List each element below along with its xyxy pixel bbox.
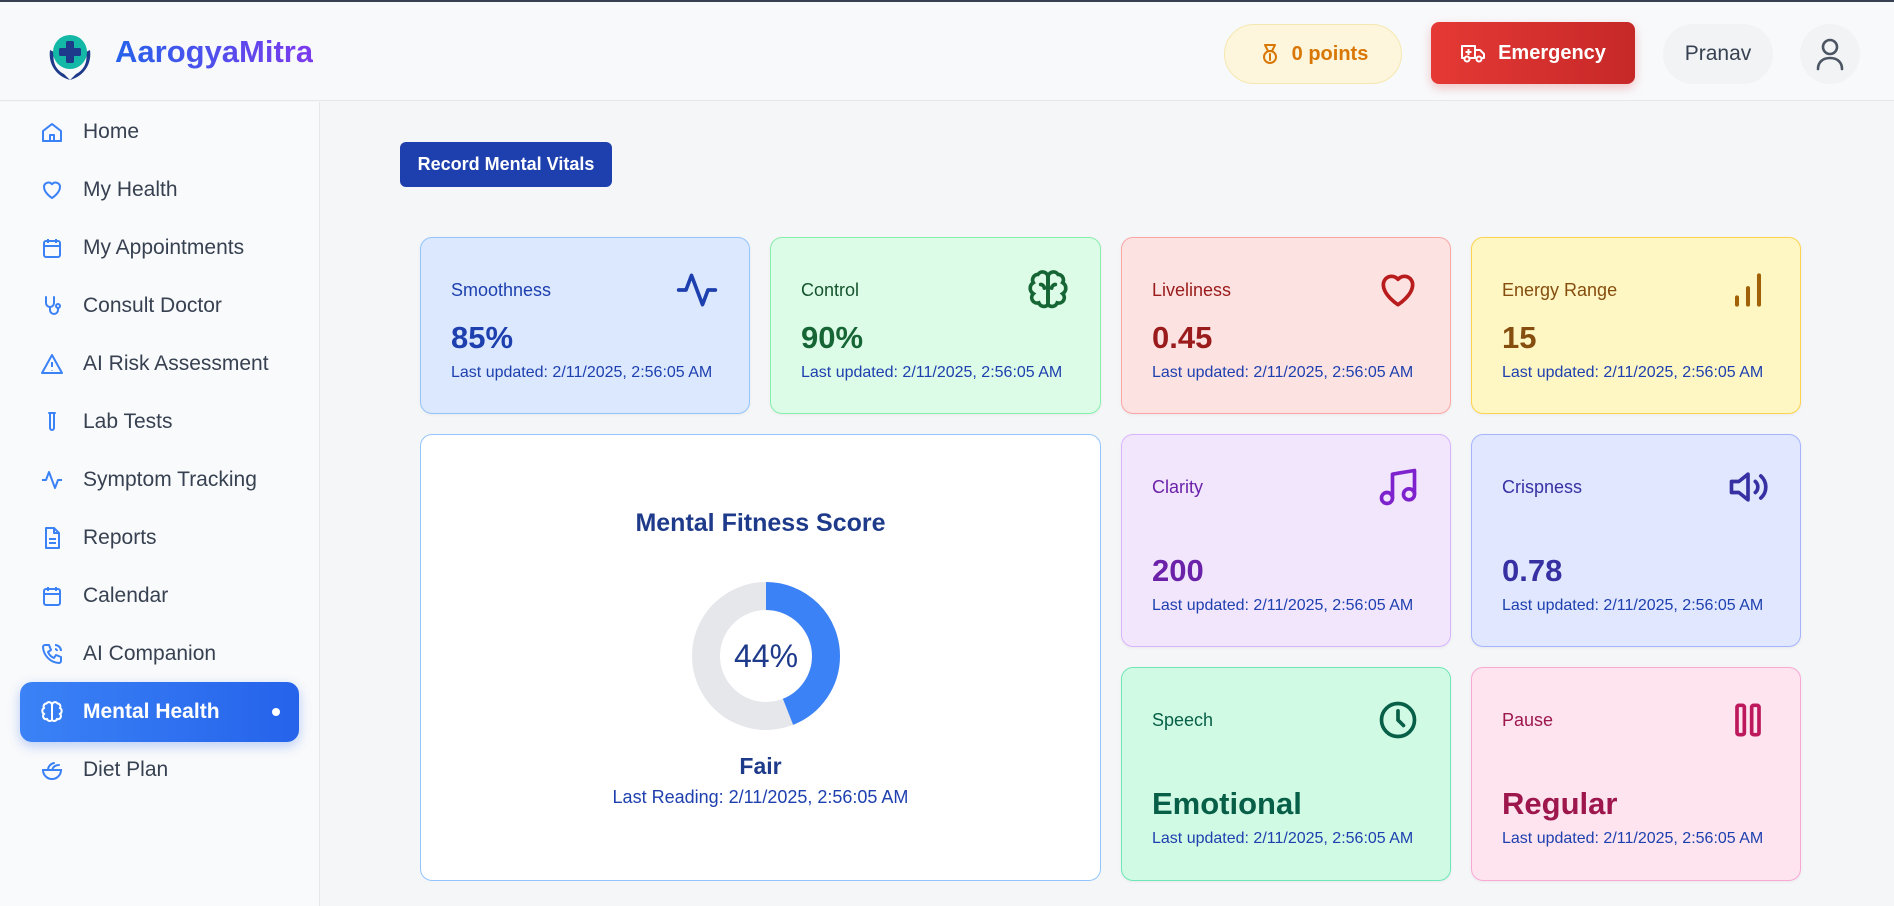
sidebar-item-label: Reports — [83, 526, 157, 549]
phone-icon — [42, 644, 62, 664]
active-indicator-dot — [272, 708, 280, 716]
warning-icon — [41, 354, 63, 374]
score-last-reading: Last Reading: 2/11/2025, 2:56:05 AM — [612, 787, 909, 807]
sidebar-item-my-appointments[interactable]: My Appointments — [20, 218, 299, 278]
sidebar-item-label: AI Risk Assessment — [83, 352, 269, 375]
brain-icon — [41, 701, 63, 722]
points-label: 0 points — [1291, 42, 1369, 65]
metric-value: 85% — [451, 320, 514, 355]
sidebar-item-label: AI Companion — [83, 642, 217, 665]
metric-label: Control — [801, 280, 860, 300]
home-icon — [42, 123, 62, 142]
sidebar-item-diet-plan[interactable]: Diet Plan — [20, 740, 299, 800]
metric-label: Speech — [1152, 710, 1214, 730]
test-tube-icon — [48, 412, 56, 431]
pause-icon — [1735, 703, 1761, 737]
metric-card-energy-range: Energy Range 15 Last updated: 2/11/2025,… — [1471, 237, 1801, 414]
sidebar-item-label: Lab Tests — [83, 410, 173, 433]
metric-card-pause: Pause Regular Last updated: 2/11/2025, 2… — [1471, 667, 1801, 881]
ambulance-icon — [1461, 45, 1486, 63]
score-status: Fair — [739, 753, 782, 779]
metric-card-speech: Speech Emotional Last updated: 2/11/2025… — [1121, 667, 1451, 881]
metric-card-liveliness: Liveliness 0.45 Last updated: 2/11/2025,… — [1121, 237, 1451, 414]
stethoscope-icon — [45, 296, 61, 315]
brand-name[interactable]: AarogyaMitra — [115, 34, 313, 70]
sidebar-item-symptom-tracking[interactable]: Symptom Tracking — [20, 450, 299, 510]
metric-card-clarity: Clarity 200 Last updated: 2/11/2025, 2:5… — [1121, 434, 1451, 647]
metric-card-crispness: Crispness 0.78 Last updated: 2/11/2025, … — [1471, 434, 1801, 647]
top-header: AarogyaMitra 0 points Emergency Pranav — [0, 2, 1894, 101]
metric-updated: Last updated: 2/11/2025, 2:56:05 AM — [801, 364, 1063, 381]
sidebar-item-label: Symptom Tracking — [83, 468, 257, 491]
metric-updated: Last updated: 2/11/2025, 2:56:05 AM — [1502, 597, 1764, 614]
sidebar: Home My Health My Appointments Consult D… — [0, 102, 320, 906]
sidebar-item-calendar[interactable]: Calendar — [20, 566, 299, 626]
metric-label: Smoothness — [451, 280, 552, 300]
metric-value: Emotional — [1152, 786, 1302, 821]
emergency-button[interactable]: Emergency — [1431, 22, 1635, 84]
file-icon — [45, 527, 60, 549]
sidebar-item-consult-doctor[interactable]: Consult Doctor — [20, 276, 299, 336]
metric-card-control: Control 90% Last updated: 2/11/2025, 2:5… — [770, 237, 1101, 414]
metric-updated: Last updated: 2/11/2025, 2:56:05 AM — [1502, 364, 1764, 381]
metric-updated: Last updated: 2/11/2025, 2:56:05 AM — [1152, 830, 1414, 847]
speaker-icon — [1729, 472, 1768, 502]
logo-icon — [49, 35, 91, 80]
user-name-button[interactable]: Pranav — [1663, 24, 1773, 84]
sidebar-item-label: Diet Plan — [83, 758, 169, 781]
sidebar-item-label: My Health — [83, 178, 178, 201]
salad-icon — [41, 762, 63, 780]
activity-icon — [42, 471, 62, 489]
sidebar-item-label: Consult Doctor — [83, 294, 222, 317]
music-note-icon — [1379, 468, 1417, 506]
score-percent: 44% — [733, 637, 799, 674]
metric-label: Energy Range — [1502, 280, 1618, 300]
medal-icon — [1262, 44, 1277, 64]
sidebar-item-label: Calendar — [83, 584, 169, 607]
sidebar-item-ai-risk-assessment[interactable]: AI Risk Assessment — [20, 334, 299, 394]
metric-value: Regular — [1502, 786, 1618, 821]
sidebar-item-ai-companion[interactable]: AI Companion — [20, 624, 299, 684]
metric-card-smoothness: Smoothness 85% Last updated: 2/11/2025, … — [420, 237, 750, 414]
calendar-icon — [43, 239, 61, 258]
metric-value: 90% — [801, 320, 864, 355]
brain-icon — [1028, 270, 1068, 309]
metric-label: Liveliness — [1152, 280, 1232, 300]
user-icon — [1816, 38, 1844, 71]
bar-chart-icon — [1734, 273, 1762, 307]
metric-updated: Last updated: 2/11/2025, 2:56:05 AM — [1502, 830, 1764, 847]
sidebar-item-label: Mental Health — [83, 700, 220, 723]
sidebar-item-label: My Appointments — [83, 236, 245, 259]
heart-icon — [1381, 274, 1415, 307]
metric-value: 200 — [1152, 553, 1204, 588]
record-mental-vitals-button[interactable]: Record Mental Vitals — [400, 142, 612, 187]
sidebar-item-mental-health[interactable]: Mental Health — [20, 682, 299, 742]
sidebar-item-label: Home — [83, 120, 140, 143]
metric-value: 0.78 — [1502, 553, 1563, 588]
emergency-label: Emergency — [1498, 41, 1606, 64]
sidebar-item-home[interactable]: Home — [20, 102, 299, 162]
metric-label: Crispness — [1502, 477, 1583, 497]
sidebar-item-reports[interactable]: Reports — [20, 508, 299, 568]
metric-label: Pause — [1502, 710, 1554, 730]
activity-icon — [676, 273, 718, 307]
calendar-icon — [43, 587, 61, 606]
score-title: Mental Fitness Score — [635, 509, 886, 537]
clock-icon — [1379, 701, 1417, 739]
metric-value: 15 — [1502, 320, 1537, 355]
points-badge[interactable]: 0 points — [1224, 24, 1402, 84]
metric-label: Clarity — [1152, 477, 1204, 497]
user-avatar[interactable] — [1800, 24, 1860, 84]
heart-icon — [43, 181, 61, 199]
metric-updated: Last updated: 2/11/2025, 2:56:05 AM — [1152, 364, 1414, 381]
sidebar-item-lab-tests[interactable]: Lab Tests — [20, 392, 299, 452]
metric-updated: Last updated: 2/11/2025, 2:56:05 AM — [451, 364, 713, 381]
mental-fitness-score-card: Mental Fitness Score 44% Fair Last Readi… — [420, 434, 1101, 881]
metric-updated: Last updated: 2/11/2025, 2:56:05 AM — [1152, 597, 1414, 614]
sidebar-item-my-health[interactable]: My Health — [20, 160, 299, 220]
metric-value: 0.45 — [1152, 320, 1213, 355]
